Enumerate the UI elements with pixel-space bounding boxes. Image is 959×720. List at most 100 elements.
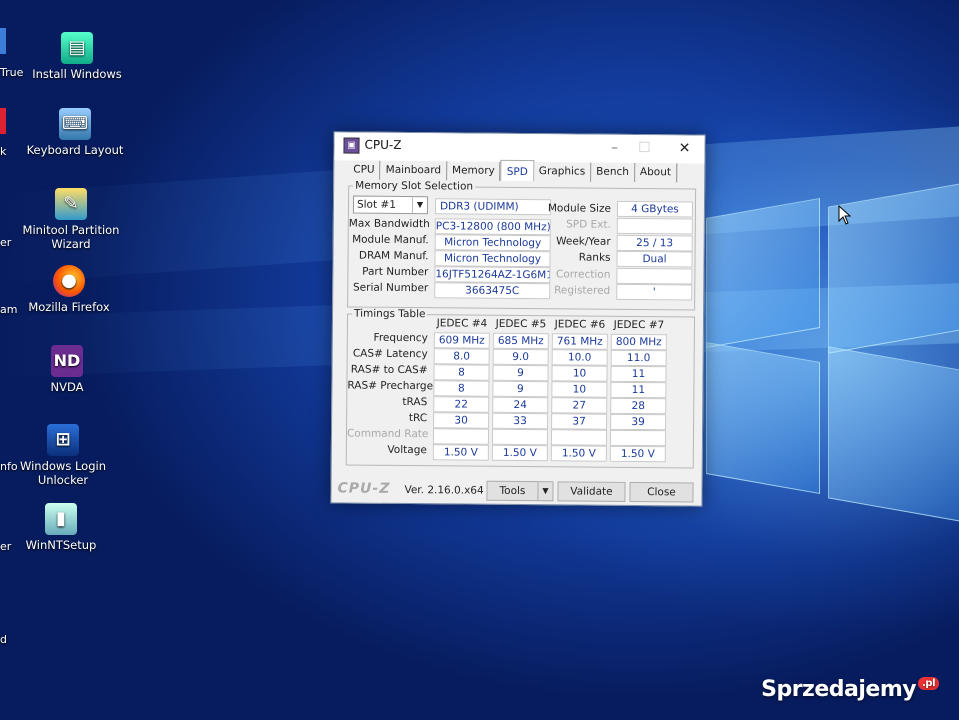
clipped-icon[interactable]: [0, 28, 6, 54]
field-label: Week/Year: [556, 235, 611, 248]
maximize-button[interactable]: ☐: [629, 139, 659, 157]
timing-cell: 28: [610, 397, 667, 415]
nvda-icon: ND: [51, 345, 83, 377]
windows-logo-pane: [706, 197, 820, 349]
title-bar[interactable]: ▣ CPU-Z – ☐ ✕: [334, 132, 705, 164]
module-manuf-field: Micron Technology: [434, 234, 551, 252]
timing-cell: 1.50 V: [432, 444, 489, 461]
tab-bench[interactable]: Bench: [591, 162, 636, 183]
timing-cell: [609, 429, 667, 447]
desktop-icon-label: Windows Login Unlocker: [19, 459, 106, 487]
clipped-icon-label: k: [0, 145, 7, 158]
slot-select[interactable]: Slot #1 ▼: [352, 195, 429, 215]
field-label: Module Manuf.: [352, 233, 429, 247]
timing-cell: 27: [551, 397, 608, 414]
timing-cell: 8.0: [433, 348, 490, 365]
window-footer: CPU-Z Ver. 2.16.0.x64 Tools ▼ Validate C…: [331, 470, 701, 505]
tab-mainboard[interactable]: Mainboard: [380, 160, 448, 181]
dram-manuf-field: Micron Technology: [434, 250, 551, 268]
tab-about[interactable]: About: [634, 163, 678, 183]
desktop-icon-windows-login-unlocker[interactable]: ⊞ Windows Login Unlocker: [8, 424, 118, 487]
cpuz-app-icon: ▣: [343, 137, 360, 154]
field-label: Part Number: [362, 265, 429, 279]
desktop-icon-minitool-partition-wizard[interactable]: ✎ Minitool Partition Wizard: [16, 188, 126, 251]
timing-cell: 9.0: [492, 348, 549, 366]
column-header: JEDEC #4: [436, 317, 488, 330]
tab-spd[interactable]: SPD: [500, 159, 534, 182]
desktop-icon-nvda[interactable]: ND NVDA: [12, 345, 122, 394]
close-window-button[interactable]: ✕: [669, 139, 699, 157]
timing-cell: 24: [492, 396, 549, 414]
minimize-button[interactable]: –: [599, 139, 629, 157]
timing-cell: 30: [433, 412, 490, 429]
desktop-icon-mozilla-firefox[interactable]: ● Mozilla Firefox: [14, 265, 124, 314]
timing-cell: 8: [433, 380, 490, 397]
desktop-icon-label: Mozilla Firefox: [28, 300, 110, 314]
timing-cell: 11: [610, 365, 667, 383]
row-label: CAS# Latency: [352, 347, 428, 361]
tab-cpu[interactable]: CPU: [348, 160, 381, 180]
column-header: JEDEC #5: [495, 317, 547, 331]
timing-cell: 761 MHz: [551, 333, 608, 350]
desktop-icon-label: Minitool Partition Wizard: [22, 223, 120, 251]
install-windows-icon: ▤: [61, 32, 93, 64]
field-label: DRAM Manuf.: [358, 249, 429, 263]
timing-cell: 685 MHz: [492, 332, 549, 350]
row-label: Command Rate: [346, 427, 429, 441]
tools-dropdown-button[interactable]: ▼: [537, 481, 554, 502]
tab-graphics[interactable]: Graphics: [533, 162, 592, 182]
field-label: Ranks: [578, 251, 611, 264]
module-size-field: 4 GBytes: [616, 200, 694, 218]
timing-cell: 11.0: [610, 349, 667, 367]
clipped-icon-label: True: [0, 66, 24, 79]
desktop-icon-label: Install Windows: [32, 67, 122, 81]
timing-cell: [432, 428, 490, 445]
watermark-logo: Sprzedajemy .pl: [761, 677, 939, 702]
validate-button[interactable]: Validate: [557, 481, 626, 502]
watermark-suffix: .pl: [918, 677, 939, 690]
ranks-field: Dual: [616, 250, 693, 268]
unlocker-icon: ⊞: [47, 424, 79, 456]
serial-number-field: 3663475C: [434, 282, 551, 300]
desktop-icon-label: NVDA: [50, 380, 84, 394]
memory-type-field: DDR3 (UDIMM): [434, 198, 552, 216]
column-header: JEDEC #7: [613, 318, 665, 332]
week-year-field: 25 / 13: [616, 234, 693, 252]
row-label: RAS# to CAS#: [350, 363, 428, 377]
timing-cell: [491, 428, 549, 446]
timing-cell: 9: [492, 364, 549, 382]
desktop-icon-label: WinNTSetup: [25, 538, 97, 552]
clipped-icon[interactable]: [0, 108, 6, 134]
window-title: CPU-Z: [364, 137, 402, 152]
tools-button[interactable]: Tools: [486, 480, 539, 502]
windows-logo-pane: [706, 341, 820, 495]
tab-memory[interactable]: Memory: [446, 161, 501, 181]
row-label: RAS# Precharge: [347, 379, 434, 393]
timing-cell: [550, 429, 608, 446]
row-label: tRC: [408, 412, 428, 425]
firefox-icon: ●: [53, 265, 85, 297]
timings-table-group: Timings Table JEDEC #4 JEDEC #5 JEDEC #6…: [345, 307, 696, 469]
field-label: SPD Ext.: [566, 218, 611, 231]
group-title: Memory Slot Selection: [353, 179, 476, 193]
winntsetup-icon: ▮: [45, 503, 77, 535]
timing-cell: 39: [610, 413, 667, 431]
timing-cell: 9: [492, 380, 549, 398]
desktop-icon-label: Keyboard Layout: [26, 143, 124, 157]
desktop-icon-install-windows[interactable]: ▤ Install Windows: [22, 32, 132, 81]
row-label: Voltage: [387, 443, 427, 457]
timing-cell: 1.50 V: [609, 445, 666, 463]
version-label: Ver. 2.16.0.x64: [404, 484, 484, 497]
windows-logo-pane: [828, 346, 959, 522]
desktop-icon-winntsetup[interactable]: ▮ WinNTSetup: [6, 503, 116, 552]
memory-slot-group: Memory Slot Selection Slot #1 ▼ DDR3 (UD…: [347, 179, 697, 311]
field-label: Registered: [554, 284, 611, 297]
group-title: Timings Table: [351, 307, 428, 321]
desktop-icon-keyboard-layout[interactable]: ⌨ Keyboard Layout: [20, 108, 130, 157]
cpuz-window: ▣ CPU-Z – ☐ ✕ CPU Mainboard Memory SPD G…: [330, 131, 706, 507]
timing-cell: 33: [492, 412, 549, 430]
slot-select-value: Slot #1: [356, 198, 396, 211]
cpuz-brand-logo: CPU-Z: [337, 480, 391, 497]
clipped-icon-label: er: [0, 236, 12, 249]
close-button[interactable]: Close: [629, 481, 694, 503]
